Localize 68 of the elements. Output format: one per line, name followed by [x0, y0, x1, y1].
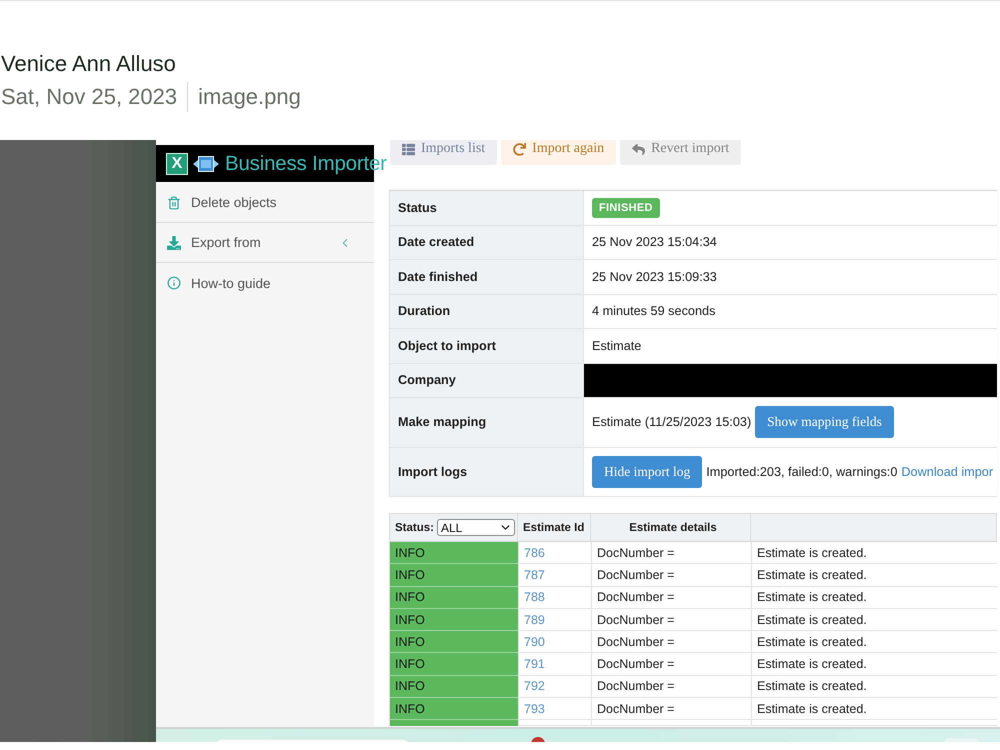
- status-cell: INFO: [390, 698, 518, 720]
- field-label: Date finished: [390, 260, 583, 294]
- sidebar-item[interactable]: Delete objects: [156, 183, 374, 223]
- field-value: 25 Nov 2023 15:09:33: [583, 260, 997, 294]
- field-label: Company: [390, 364, 583, 397]
- table-cell: Estimate is created.: [751, 608, 997, 632]
- attachment-name: image.png: [198, 83, 301, 111]
- field-label: Status: [390, 191, 583, 224]
- download-link[interactable]: Download impor: [901, 464, 994, 479]
- estimate-id-link[interactable]: 790: [524, 634, 545, 649]
- filter-label: Status:: [395, 522, 434, 534]
- sidebar-item[interactable]: How-to guide: [156, 263, 374, 303]
- redo-icon: [513, 142, 526, 156]
- table-cell: Estimate is created.: [751, 676, 997, 698]
- connector-icon: [193, 154, 219, 174]
- info-icon: [167, 276, 181, 290]
- estimate-id-link[interactable]: 789: [524, 612, 545, 627]
- field-label: Import logs: [390, 448, 583, 496]
- status-select[interactable]: ALL: [436, 519, 515, 536]
- status-cell: INFO: [390, 653, 518, 676]
- status-cell: INFO: [390, 586, 518, 609]
- table-cell: Estimate is created.: [751, 698, 997, 720]
- import-summary: Imported:203, failed:0, warnings:0: [706, 464, 898, 479]
- field-value: Estimate: [583, 329, 997, 362]
- field-value: Estimate (11/25/2023 15:03): [592, 415, 752, 430]
- field-label: Object to import: [390, 329, 583, 362]
- hide-log-button[interactable]: Hide import log: [592, 456, 702, 488]
- table-cell: Estimate is created.: [751, 564, 997, 587]
- estimate-id-link[interactable]: 792: [524, 679, 545, 694]
- field-label: Make mapping: [390, 398, 583, 446]
- table-cell: DocNumber =: [591, 542, 751, 564]
- download-icon: [167, 236, 181, 250]
- table-cell: DocNumber =: [591, 698, 751, 720]
- logo-mark: X: [166, 152, 188, 174]
- estimate-id-link[interactable]: 793: [524, 702, 545, 716]
- table-cell: Estimate is created.: [751, 542, 997, 564]
- table-cell: DocNumber =: [591, 586, 751, 609]
- status-cell: INFO: [390, 676, 518, 698]
- sender-name: Venice Ann Alluso: [1, 50, 176, 78]
- estimate-id-link[interactable]: 791: [524, 657, 545, 672]
- table-cell: Estimate is created.: [751, 653, 997, 676]
- status-cell: INFO: [390, 608, 518, 632]
- field-label: Duration: [390, 294, 583, 328]
- show-mapping-button[interactable]: Show mapping fields: [755, 406, 894, 438]
- status-cell: INFO: [390, 631, 518, 654]
- table-cell: DocNumber =: [591, 608, 751, 632]
- message-date: Sat, Nov 25, 2023: [1, 83, 178, 111]
- column-header: Estimate details: [629, 522, 717, 534]
- table-cell: DocNumber =: [591, 676, 751, 698]
- table-cell: DocNumber =: [591, 653, 751, 676]
- table-cell: DocNumber =: [591, 631, 751, 654]
- field-label: Date created: [390, 226, 583, 259]
- table-cell: Estimate is created.: [751, 586, 997, 609]
- status-cell: INFO: [390, 542, 518, 564]
- reply-icon: [632, 142, 646, 156]
- estimate-id-link[interactable]: 786: [524, 546, 545, 560]
- field-value: 4 minutes 59 seconds: [583, 294, 997, 328]
- trash-icon: [167, 196, 181, 210]
- estimate-id-link[interactable]: 788: [524, 590, 545, 604]
- status-badge: FINISHED: [592, 198, 660, 218]
- table-cell: Estimate is created.: [751, 631, 997, 654]
- table-cell: DocNumber =: [591, 564, 751, 587]
- column-header: Estimate Id: [523, 522, 584, 534]
- status-cell: INFO: [390, 564, 518, 587]
- field-value: 25 Nov 2023 15:04:34: [583, 226, 997, 259]
- sidebar-item[interactable]: Export from: [156, 223, 374, 263]
- list-icon: [402, 142, 415, 156]
- estimate-id-link[interactable]: 787: [524, 568, 545, 582]
